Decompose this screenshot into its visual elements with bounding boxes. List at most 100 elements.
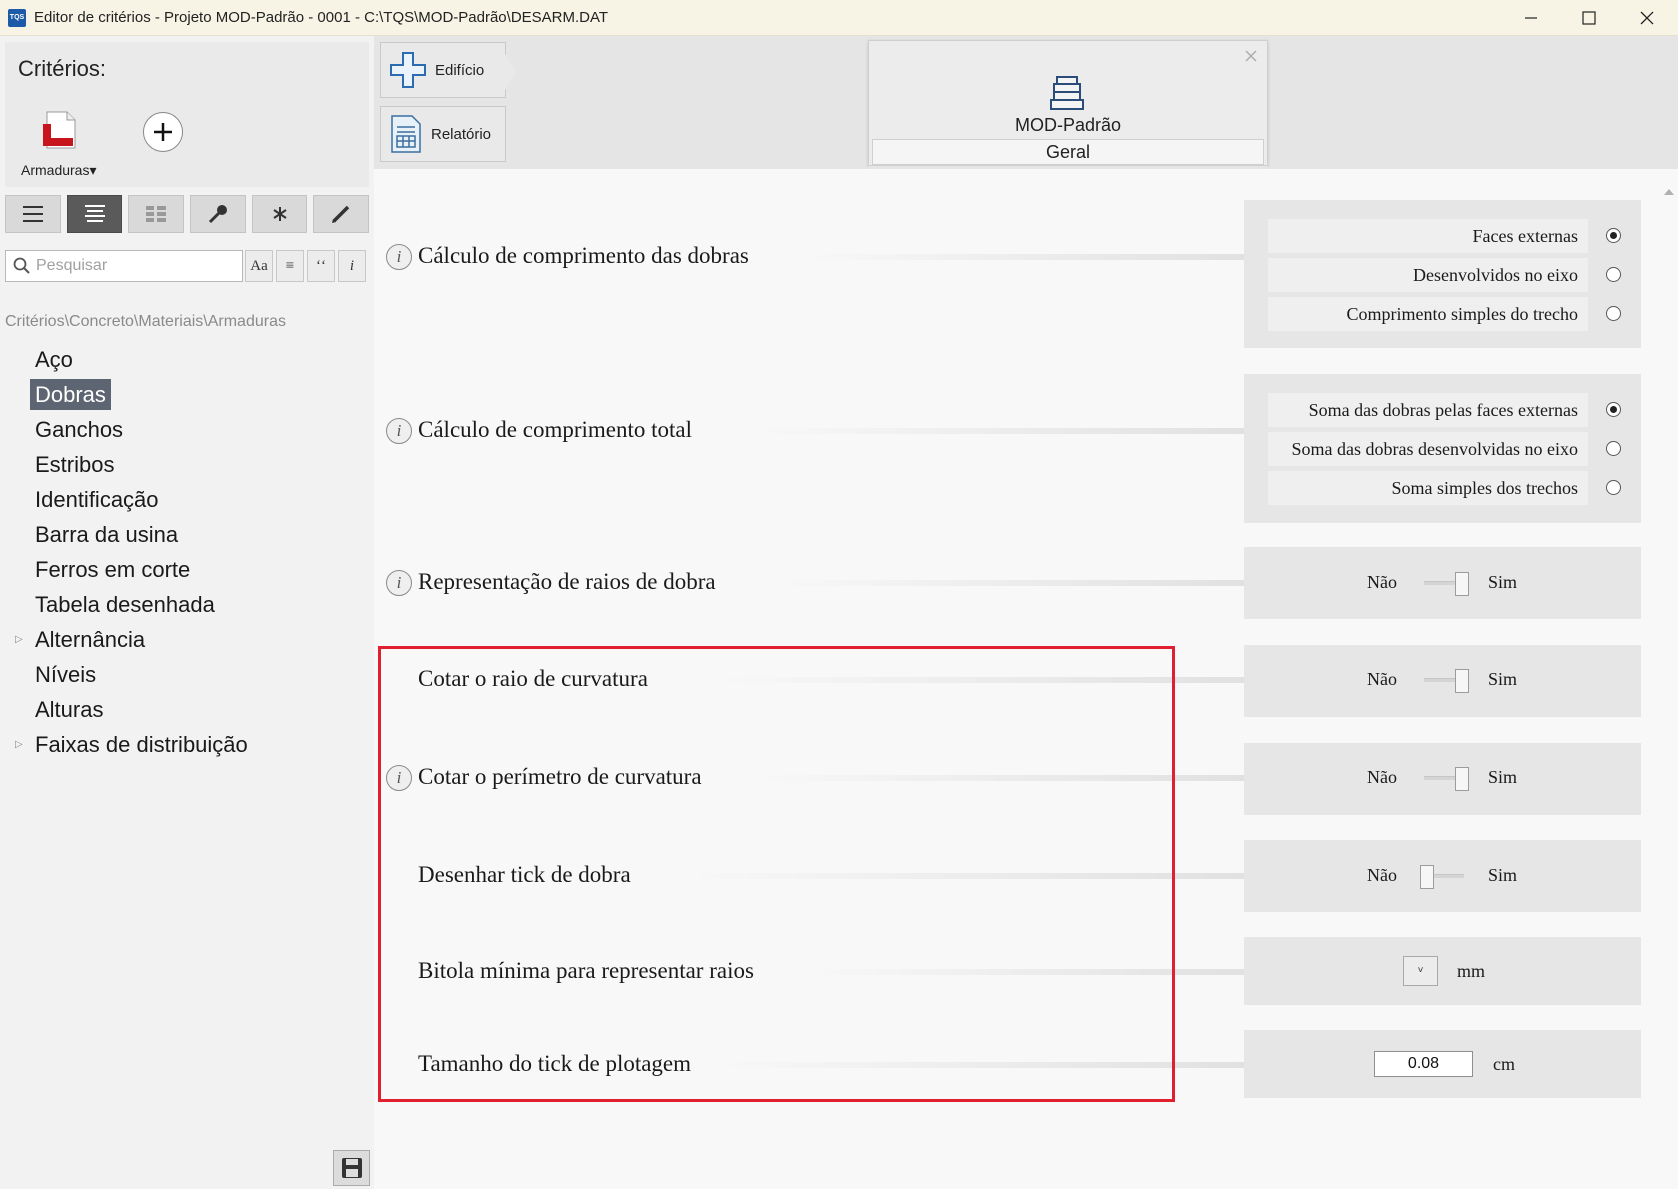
- tree-item-label: Estribos: [35, 452, 115, 477]
- tamanho-tick-input[interactable]: [1374, 1051, 1473, 1077]
- tree-item-label: Alturas: [35, 697, 104, 722]
- model-subtitle: Geral: [872, 139, 1264, 165]
- minimize-button[interactable]: [1502, 0, 1560, 36]
- tree-item-niveis[interactable]: Níveis: [30, 657, 253, 692]
- info-icon[interactable]: i: [386, 244, 412, 270]
- toggle-off-label: Não: [1367, 767, 1397, 787]
- tree-item-faixas-distribuicao[interactable]: ▷ Faixas de distribuição: [15, 727, 253, 762]
- connector-line: [814, 969, 1244, 975]
- dobras-option-faces-externas[interactable]: Faces externas: [1268, 219, 1588, 253]
- maximize-icon: [1582, 11, 1596, 25]
- info-icon[interactable]: i: [386, 765, 412, 791]
- total-calc-label: Cálculo de comprimento total: [418, 417, 693, 442]
- info-icon[interactable]: i: [386, 570, 412, 596]
- connector-line: [774, 580, 1244, 586]
- detail-view-button[interactable]: [66, 195, 123, 233]
- building-icon: [1047, 73, 1087, 118]
- cotar-raio-toggle-thumb[interactable]: [1455, 669, 1469, 693]
- tree-item-dobras[interactable]: Dobras: [30, 377, 253, 412]
- cotar-perimetro-label: Cotar o perímetro de curvatura: [418, 764, 702, 789]
- tamanho-tick-label: Tamanho do tick de plotagem: [418, 1051, 692, 1076]
- toggle-off-label: Não: [1367, 572, 1397, 592]
- bitola-panel: [1244, 937, 1641, 1005]
- dobras-calc-label: Cálculo de comprimento das dobras: [418, 243, 749, 268]
- toggle-off-label: Não: [1367, 865, 1397, 885]
- key-icon: [208, 205, 227, 224]
- total-radio-desenvolvidas-eixo[interactable]: [1606, 441, 1621, 456]
- total-option-faces-externas[interactable]: Soma das dobras pelas faces externas: [1268, 393, 1588, 427]
- bitola-label: Bitola mínima para representar raios: [418, 958, 754, 983]
- plus-icon: [154, 123, 172, 141]
- match-case-button[interactable]: Aa: [245, 250, 273, 282]
- total-option-desenvolvidas-eixo[interactable]: Soma das dobras desenvolvidas no eixo: [1268, 432, 1588, 466]
- match-quote-button[interactable]: ʻʻ: [307, 250, 335, 282]
- tree-item-aco[interactable]: Aço: [30, 342, 253, 377]
- tree-item-barra-usina[interactable]: Barra da usina: [30, 517, 253, 552]
- scroll-up-icon[interactable]: [1664, 189, 1674, 195]
- grid-icon: [146, 206, 167, 222]
- tree-item-alternancia[interactable]: ▷ Alternância: [15, 622, 253, 657]
- report-icon: [391, 115, 421, 153]
- total-radio-soma-simples[interactable]: [1606, 480, 1621, 495]
- total-radio-faces-externas[interactable]: [1606, 402, 1621, 417]
- tree-item-tabela-desenhada[interactable]: Tabela desenhada: [30, 587, 253, 622]
- representacao-toggle-thumb[interactable]: [1455, 572, 1469, 596]
- search-options: Aa ≡ ʻʻ i: [245, 250, 366, 282]
- connector-line: [684, 873, 1244, 879]
- pencil-icon: [332, 205, 350, 223]
- dobras-radio-comprimento-simples[interactable]: [1606, 306, 1621, 321]
- model-card[interactable]: MOD-Padrão Geral: [868, 40, 1268, 166]
- desenhar-tick-label: Desenhar tick de dobra: [418, 862, 631, 887]
- model-title: MOD-Padrão: [1014, 115, 1122, 135]
- tree-item-identificacao[interactable]: Identificação: [30, 482, 253, 517]
- grid-view-button[interactable]: [128, 195, 185, 233]
- expand-arrow-icon[interactable]: ▷: [15, 622, 23, 657]
- connector-line: [804, 254, 1244, 260]
- vertical-scrollbar[interactable]: [1660, 169, 1678, 1189]
- dobras-option-comprimento-simples[interactable]: Comprimento simples do trecho: [1268, 297, 1588, 331]
- total-calc-panel: Soma das dobras pelas faces externas Som…: [1244, 374, 1641, 523]
- representacao-label: Representação de raios de dobra: [418, 569, 716, 594]
- add-criteria-button[interactable]: [143, 112, 183, 152]
- tree-item-alturas[interactable]: Alturas: [30, 692, 253, 727]
- tree-item-ganchos[interactable]: Ganchos: [30, 412, 253, 447]
- close-model-icon[interactable]: [1245, 49, 1257, 67]
- save-button[interactable]: [333, 1150, 370, 1186]
- criteria-tree: Aço Dobras Ganchos Estribos Identificaçã…: [15, 342, 253, 762]
- search-input[interactable]: [36, 255, 236, 277]
- toggle-off-label: Não: [1367, 669, 1397, 689]
- toggle-on-label: Sim: [1488, 865, 1518, 885]
- armaduras-dropdown[interactable]: Armaduras▾: [21, 162, 97, 179]
- tree-item-label: Aço: [35, 347, 73, 372]
- view-toolbar: [5, 195, 370, 233]
- expand-arrow-icon[interactable]: ▷: [15, 727, 23, 762]
- armaduras-file-icon[interactable]: [41, 110, 81, 150]
- info-icon[interactable]: i: [386, 418, 412, 444]
- edit-button[interactable]: [313, 195, 370, 233]
- dobras-radio-faces-externas[interactable]: [1606, 228, 1621, 243]
- dobras-radio-desenvolvidos-eixo[interactable]: [1606, 267, 1621, 282]
- edificio-button[interactable]: Edifício: [380, 42, 506, 98]
- breadcrumb: Critérios\Concreto\Materiais\Armaduras: [5, 313, 286, 330]
- search-box: [5, 250, 243, 282]
- dobras-option-desenvolvidos-eixo[interactable]: Desenvolvidos no eixo: [1268, 258, 1588, 292]
- maximize-button[interactable]: [1560, 0, 1618, 36]
- cotar-perimetro-toggle-thumb[interactable]: [1455, 767, 1469, 791]
- left-panel: Critérios: Armaduras▾ Pesquisar Aa ≡ ʻʻ …: [0, 36, 374, 1189]
- tree-item-estribos[interactable]: Estribos: [30, 447, 253, 482]
- bitola-dropdown[interactable]: ˅: [1403, 956, 1438, 986]
- desenhar-tick-toggle-thumb[interactable]: [1420, 865, 1434, 889]
- asterisk-button[interactable]: [251, 195, 308, 233]
- total-option-soma-simples[interactable]: Soma simples dos trechos: [1268, 471, 1588, 505]
- close-button[interactable]: [1618, 0, 1676, 36]
- tree-item-ferros-corte[interactable]: Ferros em corte: [30, 552, 253, 587]
- match-field-button[interactable]: ≡: [276, 250, 304, 282]
- dobras-calc-panel: Faces externas Desenvolvidos no eixo Com…: [1244, 200, 1641, 348]
- relatorio-button[interactable]: Relatório: [380, 106, 506, 162]
- window-title: Editor de critérios - Projeto MOD-Padrão…: [34, 9, 609, 26]
- toggle-on-label: Sim: [1488, 669, 1518, 689]
- list-view-button[interactable]: [5, 195, 61, 233]
- tree-item-label: Barra da usina: [35, 522, 179, 547]
- match-info-button[interactable]: i: [338, 250, 366, 282]
- key-button[interactable]: [190, 195, 246, 233]
